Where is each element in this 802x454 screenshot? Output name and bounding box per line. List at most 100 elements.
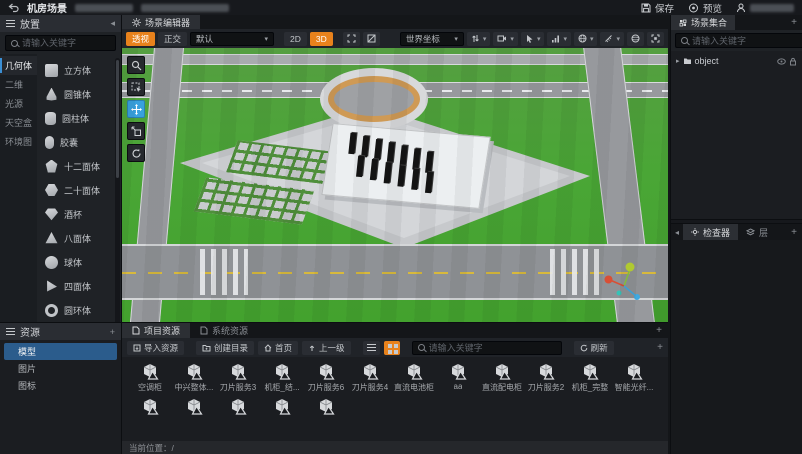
move-tool[interactable] <box>127 100 145 118</box>
asset-item[interactable]: 刀片服务2 <box>524 361 568 393</box>
pointer-dropdown[interactable]: ▾ <box>521 32 545 46</box>
ruler-dropdown[interactable]: ▾ <box>600 32 624 46</box>
collapse-arrow-icon[interactable]: ◂ <box>671 228 683 237</box>
export-button[interactable] <box>736 3 794 13</box>
geometry-item-icosahedron[interactable]: 二十面体 <box>45 178 119 202</box>
axis-gizmo[interactable] <box>602 260 652 302</box>
geometry-item-cylinder[interactable]: 圆柱体 <box>45 106 119 130</box>
transform-dropdown[interactable]: ▾ <box>467 32 491 46</box>
geometry-scrollbar[interactable] <box>115 58 120 322</box>
asset-item[interactable]: 机柜_结... <box>260 361 304 393</box>
octahedron-icon <box>45 232 58 245</box>
scene-canvas[interactable] <box>122 48 668 322</box>
camera-dropdown[interactable]: ▾ <box>493 32 518 46</box>
geometry-item-octahedron[interactable]: 八面体 <box>45 226 119 250</box>
up-level-button[interactable]: 上一级 <box>302 341 351 355</box>
asset-item[interactable] <box>304 396 348 416</box>
create-directory-button[interactable]: 创建目录 <box>196 341 254 355</box>
category-2d[interactable]: 二维 <box>0 75 37 94</box>
assets-search-input[interactable] <box>429 343 556 353</box>
place-search-input[interactable] <box>22 38 110 48</box>
dock-icon[interactable]: + <box>657 342 663 353</box>
coordinate-value: 世界坐标 <box>406 33 450 45</box>
collapse-left-icon[interactable]: ◂ <box>110 18 115 29</box>
tree-node-object[interactable]: ▸ object <box>671 53 802 69</box>
asset-item[interactable]: 刀片服务4 <box>348 361 392 393</box>
mode-2d-button[interactable]: 2D <box>284 32 307 46</box>
tab-scene-collection[interactable]: 场景集合 <box>671 15 735 30</box>
asset-item[interactable] <box>216 396 260 416</box>
tab-scene-editor[interactable]: 场景编辑器 <box>122 15 200 29</box>
asset-item[interactable]: 中兴整体... <box>172 361 216 393</box>
asset-item[interactable]: 直流配电柜 <box>480 361 524 393</box>
asset-item[interactable]: 直流电池柜 <box>392 361 436 393</box>
dock-icon[interactable]: + <box>791 17 802 28</box>
signal-icon <box>551 34 560 43</box>
render-sphere-button[interactable] <box>627 32 644 46</box>
geometry-item-capsule[interactable]: 胶囊 <box>45 130 119 154</box>
asset-item[interactable] <box>128 396 172 416</box>
resource-item-image[interactable]: 图片 <box>4 360 117 377</box>
snapshot-button[interactable] <box>363 32 380 46</box>
list-view-button[interactable] <box>363 341 380 355</box>
scale-tool[interactable] <box>127 122 145 140</box>
select-tool[interactable] <box>127 78 145 96</box>
new-folder-icon <box>202 344 211 352</box>
asset-item[interactable]: 空调柜 <box>128 361 172 393</box>
tab-layers[interactable]: 层 <box>738 224 776 240</box>
category-geometry[interactable]: 几何体 <box>0 56 37 75</box>
geometry-item-cube[interactable]: 立方体 <box>45 58 119 82</box>
geometry-item-sphere[interactable]: 球体 <box>45 250 119 274</box>
tab-inspector[interactable]: 检查器 <box>683 224 738 240</box>
perspective-button[interactable]: 透视 <box>126 32 155 46</box>
category-light[interactable]: 光源 <box>0 94 37 113</box>
globe-dropdown[interactable]: ▾ <box>574 32 598 46</box>
asset-item[interactable]: aa <box>436 361 480 393</box>
visibility-icon[interactable] <box>777 58 786 65</box>
rotate-tool[interactable] <box>127 144 145 162</box>
resource-item-model[interactable]: 模型 <box>4 343 117 360</box>
preview-button[interactable]: 预览 <box>688 1 722 15</box>
add-resource-icon[interactable]: + <box>110 327 115 337</box>
tab-system-resources[interactable]: 系统资源 <box>190 323 258 338</box>
signal-dropdown[interactable]: ▾ <box>547 32 571 46</box>
refresh-button[interactable]: 刷新 <box>574 341 614 355</box>
geometry-item-cone[interactable]: 圆锥体 <box>45 82 119 106</box>
asset-item[interactable]: 刀片服务3 <box>216 361 260 393</box>
asset-item[interactable]: 机柜_完整 <box>568 361 612 393</box>
back-icon[interactable] <box>8 3 19 13</box>
inspector-tabbar: ◂ 检查器 层 + <box>671 224 802 240</box>
asset-item[interactable] <box>260 396 304 416</box>
assets-status-bar: 当前位置：/ <box>122 441 668 454</box>
coordinate-select[interactable]: 世界坐标 ▾ <box>400 32 464 46</box>
tab-project-resources[interactable]: 项目资源 <box>122 323 190 338</box>
dock-icon[interactable]: + <box>656 325 668 336</box>
geometry-item-torus[interactable]: 圆环体 <box>45 298 119 322</box>
resource-item-icon[interactable]: 图标 <box>4 377 117 394</box>
expand-arrow-icon[interactable]: ▸ <box>676 57 680 65</box>
scene-search-input[interactable] <box>692 36 802 46</box>
import-resource-button[interactable]: 导入资源 <box>127 341 184 355</box>
asset-item[interactable]: 智能光纤... <box>612 361 656 393</box>
save-button[interactable]: 保存 <box>641 1 674 15</box>
view-preset-select[interactable]: 默认 ▾ <box>190 32 274 46</box>
mode-3d-button[interactable]: 3D <box>310 32 333 46</box>
zoom-tool[interactable] <box>127 56 145 74</box>
orthographic-button[interactable]: 正交 <box>158 32 187 46</box>
torus-icon <box>45 304 58 317</box>
category-envmap[interactable]: 环境图 <box>0 132 37 151</box>
fullscreen-button[interactable] <box>647 32 664 46</box>
capsule-icon <box>45 136 54 149</box>
dock-icon[interactable]: + <box>791 227 802 238</box>
grid-icon <box>388 344 392 348</box>
lock-icon[interactable] <box>789 57 797 66</box>
fit-view-button[interactable] <box>343 32 360 46</box>
geometry-item-dodecahedron[interactable]: 十二面体 <box>45 154 119 178</box>
asset-item[interactable]: 刀片服务6 <box>304 361 348 393</box>
geometry-item-lathe[interactable]: 酒杯 <box>45 202 119 226</box>
category-skybox[interactable]: 天空盒 <box>0 113 37 132</box>
grid-view-button[interactable] <box>384 341 400 355</box>
asset-item[interactable] <box>172 396 216 416</box>
geometry-item-tetrahedron[interactable]: 四面体 <box>45 274 119 298</box>
home-button[interactable]: 首页 <box>258 341 298 355</box>
